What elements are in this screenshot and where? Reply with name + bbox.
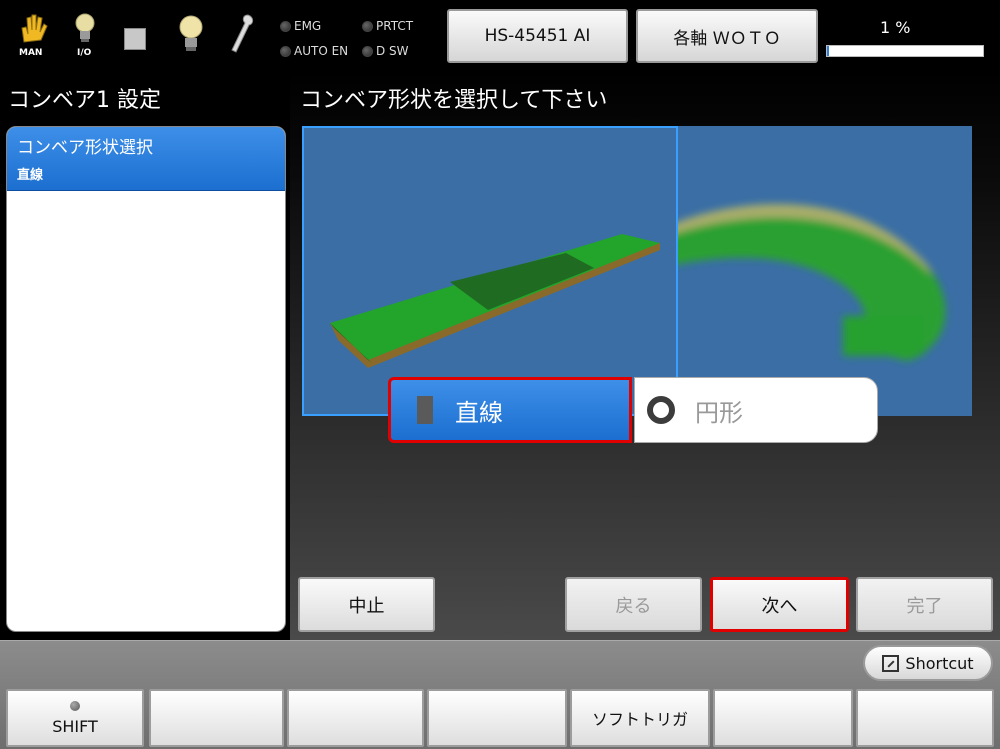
- io-icon-label: I/O: [77, 48, 92, 58]
- bulb-icon[interactable]: [176, 12, 206, 62]
- abort-button[interactable]: 中止: [298, 577, 435, 632]
- emg-lamp: EMG: [280, 19, 321, 33]
- straight-choice-label: 直線: [455, 398, 503, 427]
- list-item-shape-select[interactable]: コンベア形状選択 直線: [7, 127, 285, 191]
- back-button[interactable]: 戻る: [565, 577, 702, 632]
- hand-icon[interactable]: MAN: [16, 12, 50, 62]
- f3-key[interactable]: [287, 689, 424, 747]
- status-bar: MAN I/O EMG PRTCT AUTO EN D SW HS-45451 …: [0, 0, 1000, 70]
- straight-conveyor-preview[interactable]: [302, 126, 678, 416]
- circle-ring-icon: [647, 396, 675, 424]
- circle-choice-label: 円形: [695, 398, 743, 427]
- finish-button[interactable]: 完了: [856, 577, 993, 632]
- d-sw-label: D SW: [376, 44, 409, 58]
- prtct-label: PRTCT: [376, 19, 414, 33]
- emg-label: EMG: [294, 19, 322, 33]
- emg-indicator-icon: [280, 20, 291, 32]
- f5-soft-trigger-key[interactable]: ソフトトリガ: [570, 689, 710, 747]
- f1-shift-key[interactable]: SHIFT: [6, 689, 144, 747]
- d-sw-indicator-icon: [362, 45, 373, 57]
- shift-indicator-icon: [70, 700, 80, 711]
- progress-bar: [826, 45, 984, 57]
- left-panel-title: コンベア1 設定: [8, 88, 161, 113]
- auto-en-lamp: AUTO EN: [280, 44, 348, 58]
- auto-en-label: AUTO EN: [294, 44, 349, 58]
- next-button[interactable]: 次へ: [710, 577, 849, 632]
- page-title: コンベア形状を選択して下さい: [300, 88, 608, 113]
- axis-mode-button[interactable]: 各軸 ＷＯＴＯ: [636, 9, 818, 63]
- robot-model-button[interactable]: HS-45451 AI: [447, 9, 628, 63]
- f4-key[interactable]: [427, 689, 567, 747]
- straight-choice-button[interactable]: 直線: [388, 377, 632, 443]
- shortcut-arrow-icon: [882, 654, 900, 672]
- shortcut-button[interactable]: Shortcut: [863, 645, 993, 681]
- circle-choice-button[interactable]: 円形: [634, 377, 878, 443]
- shape-choice-group: 直線 円形: [388, 377, 878, 443]
- f5-label: ソフトトリガ: [591, 710, 688, 729]
- bulb-icon[interactable]: I/O: [70, 12, 100, 62]
- f7-key[interactable]: [856, 689, 994, 747]
- hand-icon-label: MAN: [19, 48, 43, 58]
- wrench-icon[interactable]: [228, 12, 256, 62]
- f1-label: SHIFT: [52, 716, 98, 736]
- f2-key[interactable]: [149, 689, 284, 747]
- stop-square-icon[interactable]: [124, 28, 146, 50]
- shortcut-label: Shortcut: [905, 653, 974, 673]
- f6-key[interactable]: [713, 689, 853, 747]
- prtct-indicator-icon: [362, 20, 373, 32]
- auto-en-indicator-icon: [280, 45, 291, 57]
- progress-text: 1 %: [880, 18, 911, 37]
- circle-conveyor-preview[interactable]: [678, 126, 972, 416]
- prtct-lamp: PRTCT: [362, 19, 413, 33]
- list-item-value: 直線: [17, 168, 44, 183]
- list-item-label: コンベア形状選択: [17, 138, 153, 158]
- progress-fill: [827, 46, 829, 56]
- settings-list: コンベア形状選択 直線: [6, 126, 286, 632]
- d-sw-lamp: D SW: [362, 44, 409, 58]
- straight-bar-icon: [417, 396, 433, 424]
